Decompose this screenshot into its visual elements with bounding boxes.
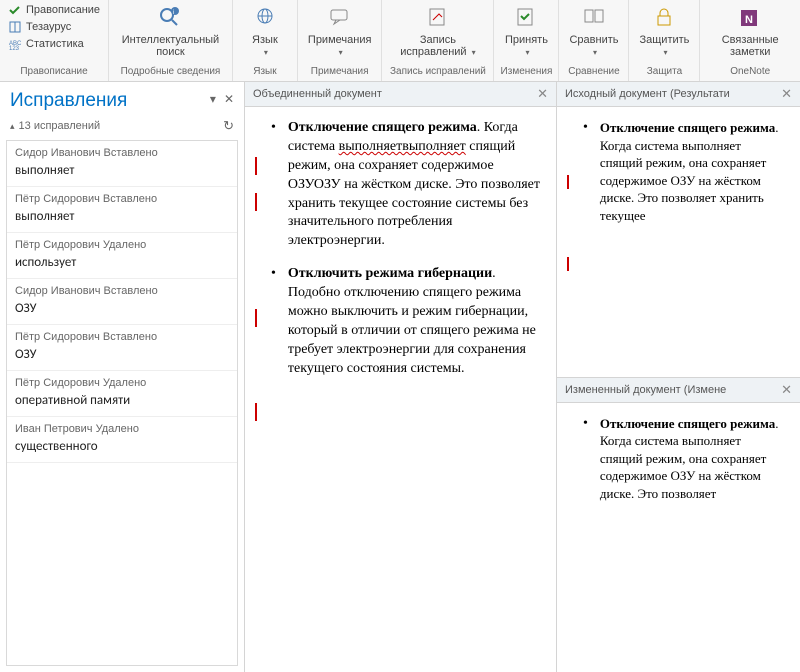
revision-item[interactable]: Пётр Сидорович Удаленоиспользует [7, 233, 237, 279]
chevron-down-icon: ▾ [339, 48, 343, 57]
language-button[interactable]: Язык▾ [237, 2, 293, 60]
svg-text:i: i [173, 10, 174, 16]
revision-item[interactable]: Пётр Сидорович ВставленоОЗУ [7, 325, 237, 371]
ribbon-group-language: Язык▾ Язык [233, 0, 298, 81]
comment-icon [326, 4, 354, 32]
group-label: Изменения [498, 66, 554, 79]
close-icon[interactable]: ✕ [537, 86, 548, 102]
statistics-button[interactable]: ABC123Статистика [6, 36, 102, 52]
revised-doc-body[interactable]: Отключение спящего режима. Когда система… [557, 403, 800, 672]
right-column: Исходный документ (Результати ✕ Отключен… [557, 82, 800, 672]
combined-doc-header: Объединенный документ ✕ [245, 82, 556, 107]
search-icon: i [156, 4, 184, 32]
chevron-up-icon[interactable]: ▴ [10, 121, 15, 132]
ribbon-group-compare: Сравнить▾ Сравнение [559, 0, 629, 81]
spelling-button[interactable]: Правописание [6, 2, 102, 18]
group-label: Сравнение [563, 66, 624, 79]
ribbon: Правописание Тезаурус ABC123Статистика П… [0, 0, 800, 82]
combined-doc-pane: Объединенный документ ✕ Отключение спяще… [245, 82, 557, 672]
revisions-count: 13 исправлений [19, 120, 101, 132]
lock-icon [650, 4, 678, 32]
group-label: Правописание [4, 66, 104, 79]
smart-lookup-button[interactable]: i Интеллектуальный поиск [113, 2, 228, 60]
combined-doc-body[interactable]: Отключение спящего режима. Когда система… [245, 107, 556, 672]
ribbon-group-changes: Принять▾ Изменения [494, 0, 559, 81]
chevron-down-icon: ▾ [264, 48, 268, 57]
spelling-error: выполняетвыполняет [339, 139, 466, 154]
ribbon-group-insights: i Интеллектуальный поиск Подробные сведе… [109, 0, 233, 81]
group-label: Защита [633, 66, 695, 79]
onenote-icon: N [736, 4, 764, 32]
group-label: Запись исправлений [386, 66, 489, 79]
dropdown-icon[interactable]: ▾ [210, 92, 216, 106]
revised-doc-header: Измененный документ (Измене ✕ [557, 378, 800, 403]
revision-item[interactable]: Иван Петрович Удаленосущественного [7, 417, 237, 463]
onenote-button[interactable]: N Связанные заметки [704, 2, 796, 60]
group-label: Язык [237, 66, 293, 79]
accept-button[interactable]: Принять▾ [498, 2, 554, 60]
revision-item[interactable]: Сидор Иванович Вставленовыполняет [7, 141, 237, 187]
revised-doc-pane: Измененный документ (Измене ✕ Отключение… [557, 378, 800, 672]
svg-text:N: N [745, 14, 753, 26]
revision-marker [255, 157, 257, 175]
revision-marker [255, 309, 257, 327]
group-label: Примечания [302, 66, 378, 79]
revisions-pane: Исправления ▾ ✕ ▴ 13 исправлений ↻ Сидор… [0, 82, 245, 672]
revisions-list[interactable]: Сидор Иванович Вставленовыполняет Пётр С… [6, 140, 238, 666]
ribbon-group-proofing: Правописание Тезаурус ABC123Статистика П… [0, 0, 109, 81]
revision-item[interactable]: Пётр Сидорович Вставленовыполняет [7, 187, 237, 233]
track-changes-button[interactable]: Запись исправлений ▾ [386, 2, 489, 60]
source-doc-header: Исходный документ (Результати ✕ [557, 82, 800, 107]
chevron-down-icon: ▾ [663, 48, 667, 57]
compare-button[interactable]: Сравнить▾ [563, 2, 624, 60]
protect-button[interactable]: Защитить▾ [633, 2, 695, 60]
chevron-down-icon: ▾ [593, 48, 597, 57]
svg-text:123: 123 [9, 46, 20, 51]
compare-icon [580, 4, 608, 32]
refresh-icon[interactable]: ↻ [223, 118, 234, 134]
group-label: Подробные сведения [113, 66, 228, 79]
thesaurus-button[interactable]: Тезаурус [6, 19, 102, 35]
track-icon [424, 4, 452, 32]
check-icon [8, 3, 22, 17]
group-label: OneNote [704, 66, 796, 79]
workspace: Исправления ▾ ✕ ▴ 13 исправлений ↻ Сидор… [0, 82, 800, 672]
accept-icon [512, 4, 540, 32]
stats-icon: ABC123 [8, 37, 22, 51]
revision-marker [255, 193, 257, 211]
source-doc-pane: Исходный документ (Результати ✕ Отключен… [557, 82, 800, 378]
ribbon-group-tracking: Запись исправлений ▾ Запись исправлений [382, 0, 494, 81]
source-doc-body[interactable]: Отключение спящего режима. Когда система… [557, 107, 800, 377]
close-icon[interactable]: ✕ [781, 86, 792, 102]
ribbon-group-protect: Защитить▾ Защита [629, 0, 700, 81]
comments-button[interactable]: Примечания▾ [302, 2, 378, 60]
chevron-down-icon: ▾ [525, 48, 529, 57]
chevron-down-icon: ▾ [472, 48, 476, 57]
revisions-title: Исправления [10, 90, 234, 112]
revision-item[interactable]: Сидор Иванович ВставленоОЗУ [7, 279, 237, 325]
revision-marker [567, 257, 569, 271]
globe-icon [251, 4, 279, 32]
close-icon[interactable]: ✕ [224, 92, 234, 106]
revision-marker [255, 403, 257, 421]
ribbon-group-comments: Примечания▾ Примечания [298, 0, 383, 81]
revision-marker [567, 175, 569, 189]
book-icon [8, 20, 22, 34]
close-icon[interactable]: ✕ [781, 382, 792, 398]
ribbon-group-onenote: N Связанные заметки OneNote [700, 0, 800, 81]
revision-item[interactable]: Пётр Сидорович Удаленооперативной памяти [7, 371, 237, 417]
